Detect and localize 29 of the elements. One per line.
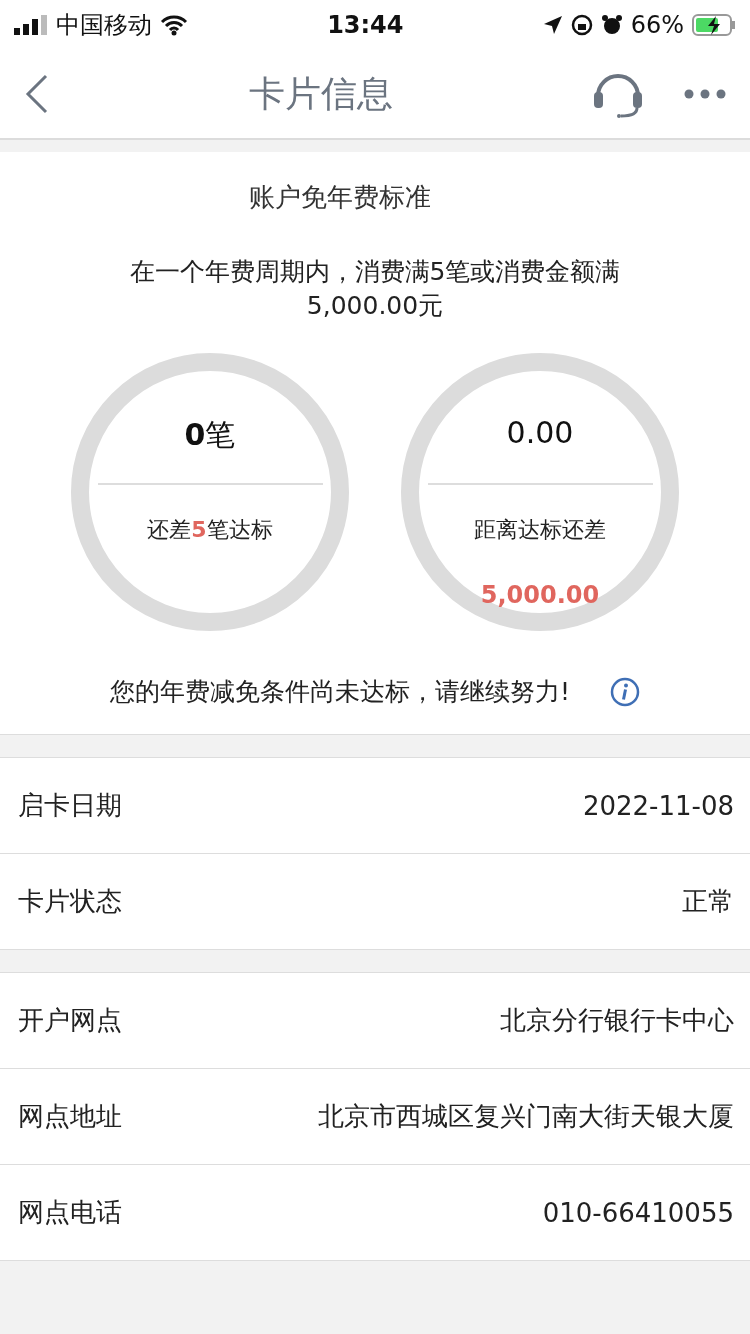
row-value: 2022-11-08 [582,790,734,821]
page-title: 卡片信息 [248,71,394,116]
row-value: 北京市西城区复兴门南大街天银大厦 [318,1100,734,1133]
ring-value: 0笔 [184,417,236,452]
ring-value: 0.00 [506,415,574,450]
info-icon[interactable] [610,676,640,707]
battery-percent: 66% [630,11,684,39]
row-value: 010-66410055 [542,1197,734,1228]
row-label: 网点电话 [18,1196,122,1229]
more-icon[interactable] [684,89,726,99]
location-icon [542,15,563,35]
fee-notice: 您的年费减免条件尚未达标，请继续努力! [110,676,570,708]
signal-icon [14,15,48,35]
fee-description: 在一个年费周期内，消费满5笔或消费金额满5,000.00元 [128,256,622,322]
card-title: 账户免年费标准 [249,181,431,214]
row-label: 启卡日期 [18,789,122,822]
carrier-name: 中国移动 [56,10,152,41]
back-icon[interactable] [24,74,50,114]
row-label: 网点地址 [18,1100,122,1133]
battery-icon [692,14,736,36]
ring-caption: 距离达标还差 [474,517,606,542]
ring-caption: 还差5笔达标 [147,517,273,542]
wifi-icon [160,14,188,36]
clock-time: 13:44 [326,11,405,39]
row-label: 卡片状态 [18,885,122,918]
row-label: 开户网点 [18,1004,122,1037]
row-value: 北京分行银行卡中心 [500,1004,734,1037]
row-value: 正常 [682,885,734,918]
remaining-amount: 5,000.00 [480,581,600,609]
